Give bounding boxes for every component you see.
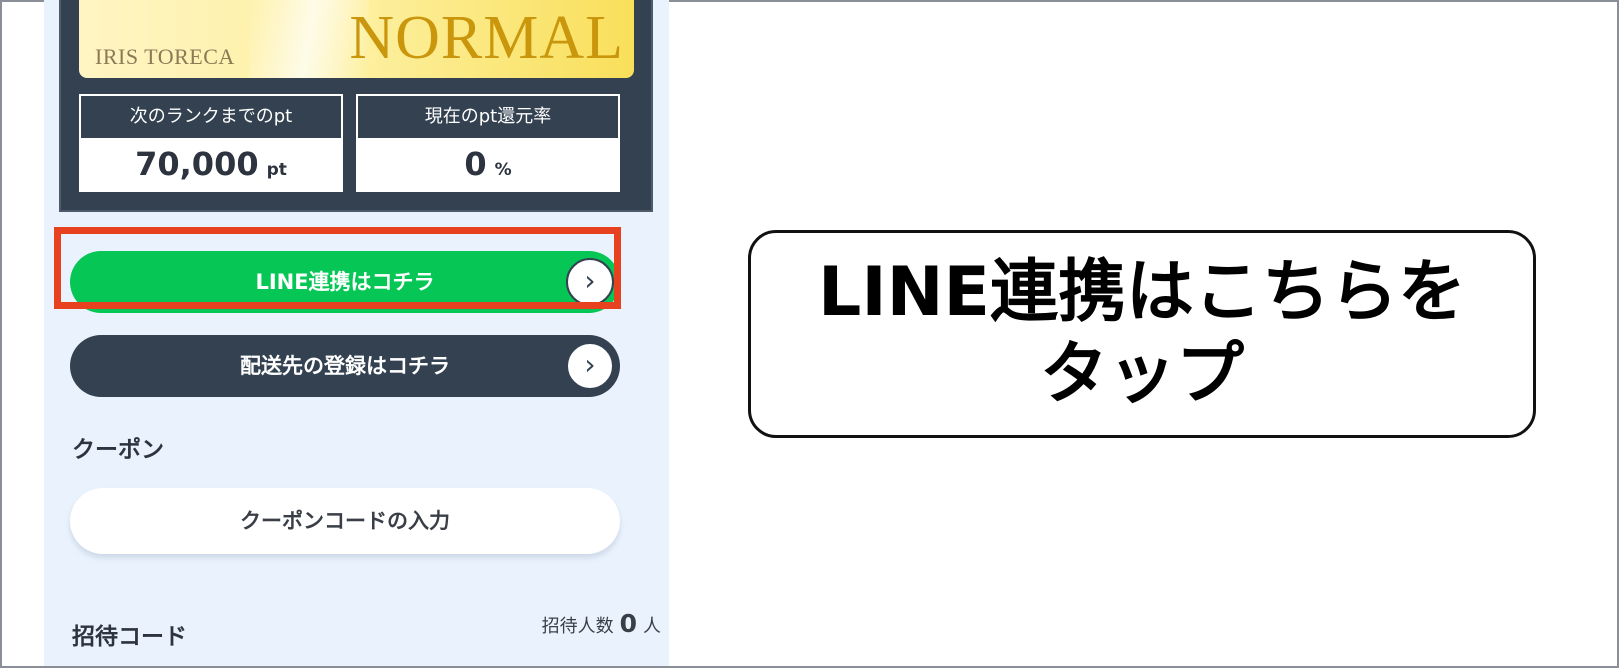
card-rank: NORMAL xyxy=(349,4,624,72)
rank-panel: IRIS TORECA NORMAL 次のランクまでのpt 70,000 pt 現… xyxy=(59,0,653,212)
stat-value: 0% xyxy=(358,138,618,190)
chevron-right-icon: › xyxy=(566,342,614,390)
invite-count-label: 招待人数 xyxy=(541,616,614,637)
coupon-code-input-button[interactable]: クーポンコードの入力 xyxy=(70,488,620,554)
invite-count-unit: 人 xyxy=(643,616,661,637)
next-rank-points-value: 70,000 xyxy=(135,145,259,183)
stat-unit: pt xyxy=(266,160,287,180)
instruction-callout: LINE連携はこちらをタップ xyxy=(748,230,1536,438)
invite-code-title: 招待コード xyxy=(72,624,187,650)
point-return-rate-value: 0 xyxy=(464,145,487,183)
stat-label: 現在のpt還元率 xyxy=(424,106,552,127)
shipping-address-button[interactable]: 配送先の登録はコチラ › xyxy=(70,335,620,397)
stat-value: 70,000 pt xyxy=(81,138,341,190)
point-return-rate-box: 現在のpt還元率 0% xyxy=(356,94,620,192)
next-rank-points-box: 次のランクまでのpt 70,000 pt xyxy=(79,94,343,192)
shipping-address-button-label: 配送先の登録はコチラ xyxy=(240,354,450,378)
mobile-screen: IRIS TORECA NORMAL 次のランクまでのpt 70,000 pt 現… xyxy=(44,0,669,666)
highlight-box xyxy=(54,227,621,309)
invite-count: 招待人数 0 人 xyxy=(542,609,661,638)
coupon-section-title: クーポン xyxy=(72,437,164,463)
stat-label: 次のランクまでのpt xyxy=(129,106,293,127)
callout-text: LINE連携はこちらをタップ xyxy=(818,253,1466,414)
invite-count-value: 0 xyxy=(619,609,637,638)
stat-unit: % xyxy=(494,160,512,180)
membership-card: IRIS TORECA NORMAL xyxy=(79,0,634,78)
card-brand: IRIS TORECA xyxy=(95,44,235,69)
